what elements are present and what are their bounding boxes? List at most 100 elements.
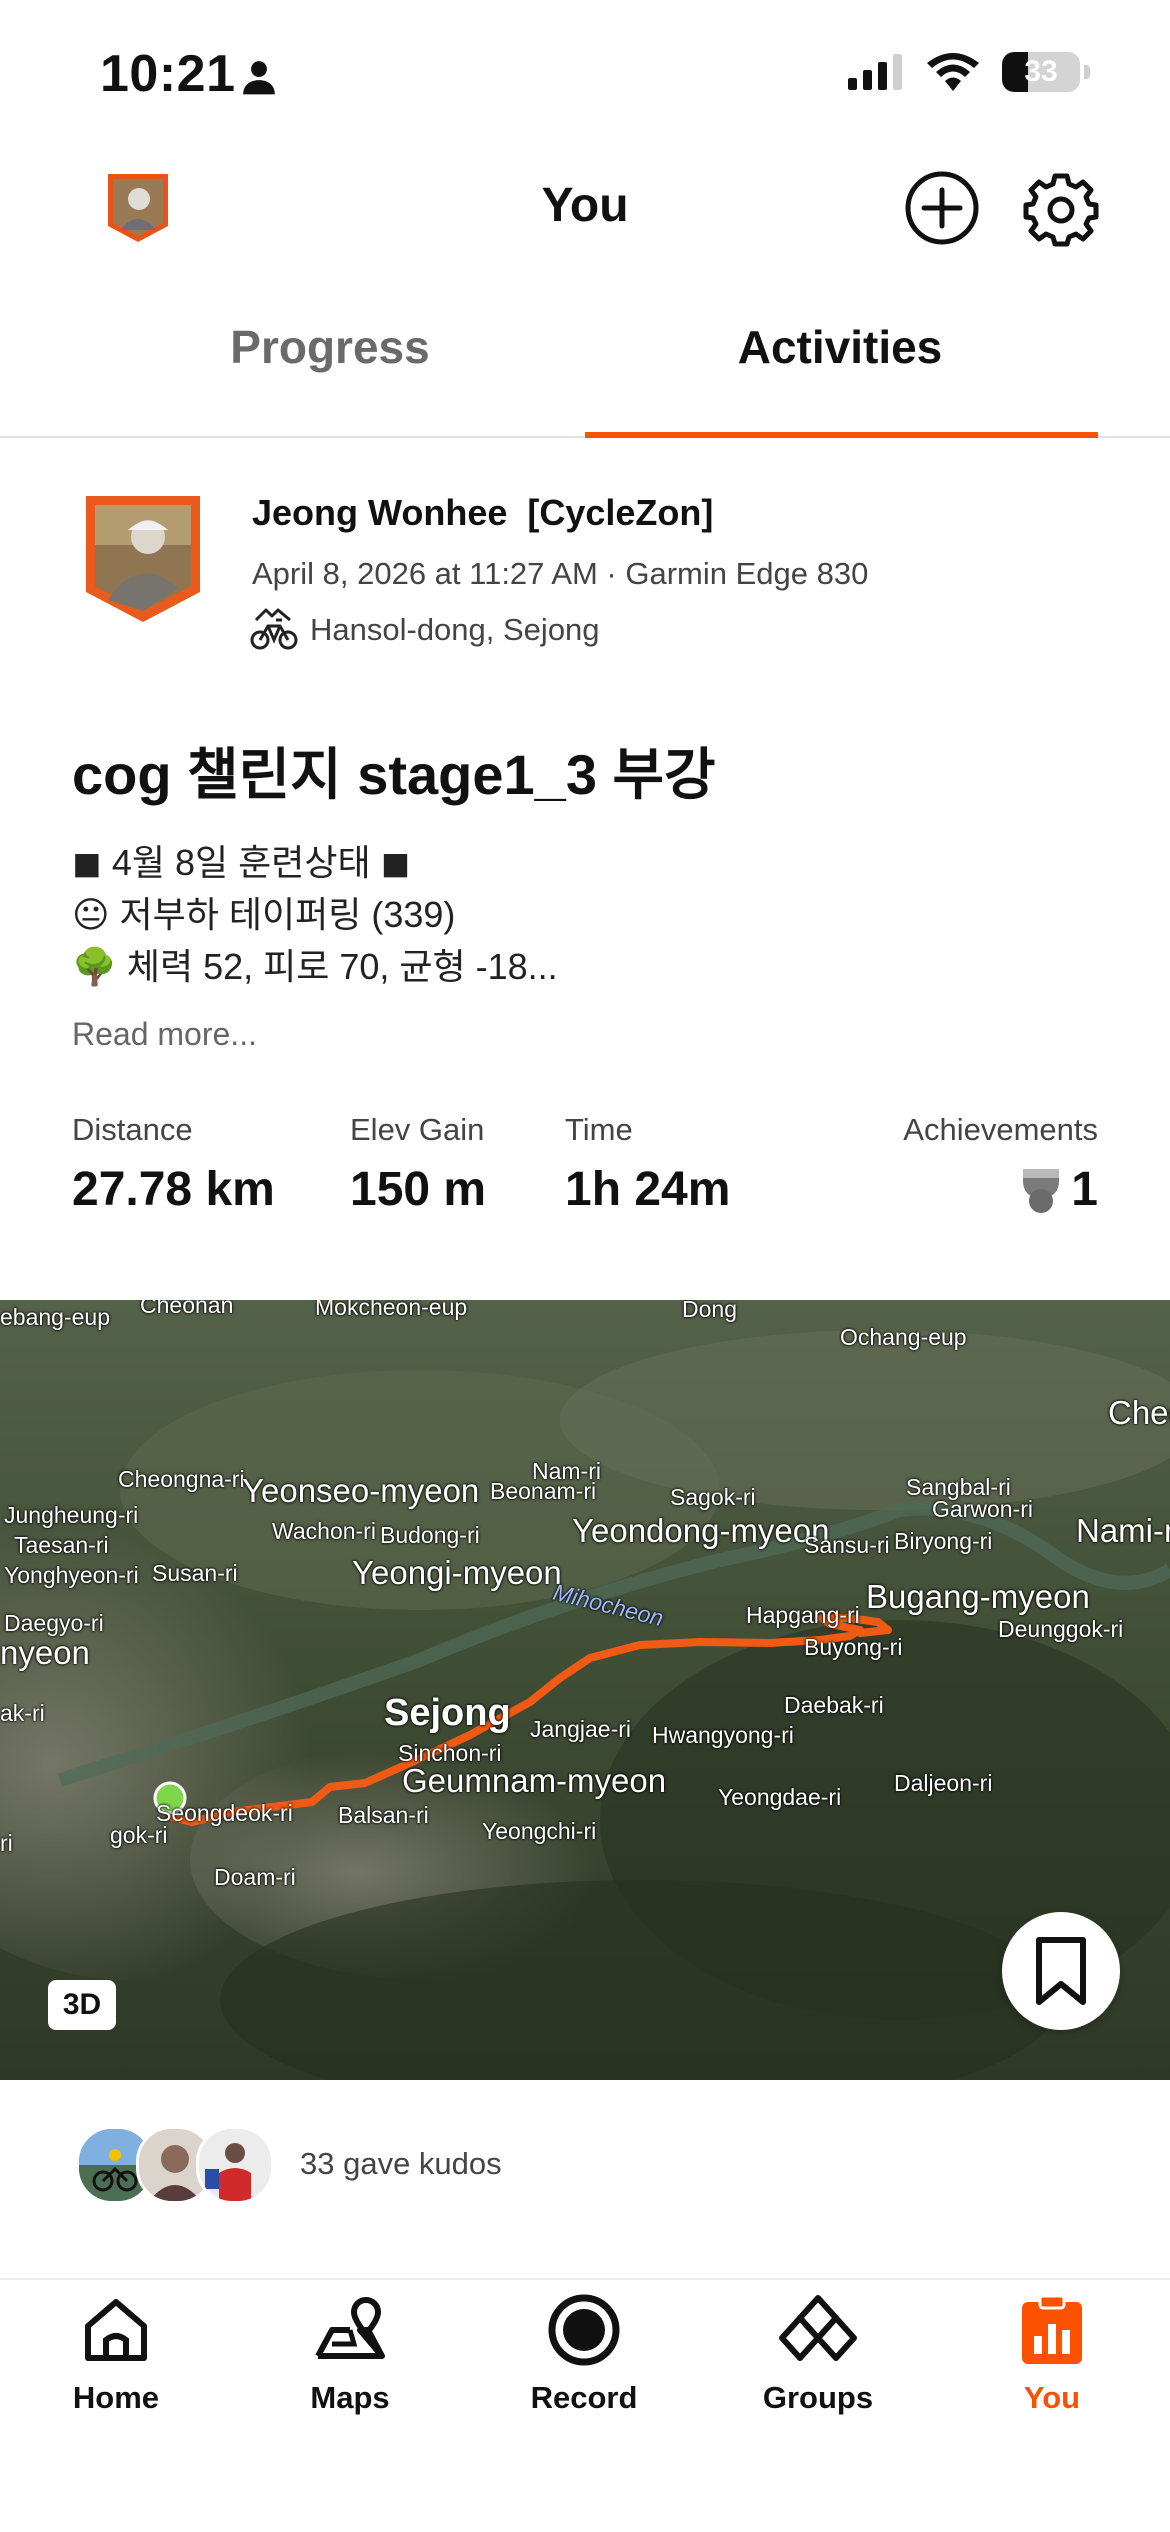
status-indicators: 33: [848, 52, 1090, 92]
map-label: Sagok-ri: [670, 1484, 756, 1510]
map-label: Yeongdae-ri: [718, 1784, 842, 1810]
stat-value-elev-gain: 150 m: [350, 1163, 487, 1216]
add-icon[interactable]: [904, 170, 980, 246]
description-line: 😐 저부하 테이퍼링 (339): [72, 894, 456, 935]
map-label: Yonghyeon-ri: [4, 1562, 139, 1588]
tab-activities[interactable]: Activities: [590, 320, 1090, 374]
map-label: Bugang-myeon: [866, 1578, 1090, 1615]
map-label: Geumnam-myeon: [402, 1762, 667, 1799]
bookmark-button[interactable]: [1002, 1912, 1120, 2030]
map-label: Ochang-eup: [840, 1324, 967, 1350]
map-label: Daegyo-ri: [4, 1610, 104, 1636]
nav-label: You: [1023, 2380, 1081, 2415]
stat-label-time: Time: [565, 1112, 633, 1147]
home-icon: [85, 2299, 147, 2361]
stat-value-achievements: 1: [1071, 1163, 1098, 1216]
ride-type-icon: [250, 608, 298, 650]
map-3d-badge[interactable]: 3D: [48, 1980, 116, 2030]
map-label: ak-ri: [0, 1700, 45, 1726]
map-label: Yeonseo-myeon: [242, 1472, 480, 1509]
page-title: You: [541, 179, 629, 232]
stat-achievements[interactable]: 1: [1019, 1162, 1098, 1217]
map-label: Budong-ri: [380, 1522, 480, 1548]
stat-label-achievements: Achievements: [903, 1112, 1098, 1147]
map-label: Hapgang-ri: [746, 1602, 860, 1628]
activity-title[interactable]: cog 챌린지 stage1_3 부강: [72, 730, 716, 811]
map-label: Daljeon-ri: [894, 1770, 993, 1796]
map-label: Dong: [682, 1300, 737, 1322]
tab-progress[interactable]: Progress: [80, 320, 580, 374]
read-more-link[interactable]: Read more...: [72, 1016, 257, 1053]
nav-you[interactable]: You: [962, 2290, 1142, 2416]
map-label: Buyong-ri: [804, 1634, 903, 1660]
gear-icon[interactable]: [1022, 170, 1100, 248]
map-label: Yeongchi-ri: [482, 1818, 597, 1844]
map-label: Sejong: [384, 1692, 511, 1734]
map-label: ebang-eup: [0, 1304, 110, 1330]
record-icon: [548, 2294, 620, 2366]
battery-tip: [1084, 65, 1090, 79]
activity-meta: April 8, 2026 at 11:27 AM · Garmin Edge …: [252, 556, 869, 591]
nav-label: Home: [72, 2380, 160, 2415]
you-icon: [1022, 2294, 1082, 2364]
map-label: Balsan-ri: [338, 1802, 429, 1828]
bookmark-icon: [1036, 1937, 1086, 2005]
map-label: Jangjae-ri: [530, 1716, 631, 1742]
description-line: ◼ 4월 8일 훈련상태 ◼: [72, 842, 411, 883]
stat-value-distance: 27.78 km: [72, 1163, 275, 1216]
map-label: Mokcheon-eup: [315, 1300, 468, 1320]
battery-percent: 33: [1024, 55, 1058, 88]
cellular-signal-icon: [848, 54, 902, 90]
map-label: Beonam-ri: [490, 1478, 597, 1504]
map-label: Cheonan: [140, 1300, 234, 1318]
map-label: nyeon: [0, 1634, 90, 1671]
maps-icon: [315, 2297, 385, 2359]
athlete-avatar[interactable]: [82, 492, 204, 626]
map-label: Hwangyong-ri: [652, 1722, 794, 1748]
nav-label: Maps: [310, 2380, 390, 2415]
map-label: Jungheung-ri: [4, 1502, 139, 1528]
groups-icon: [779, 2295, 857, 2361]
stat-value-time: 1h 24m: [565, 1163, 731, 1216]
kudos-avatar[interactable]: [196, 2126, 274, 2204]
map-label: Deunggok-ri: [998, 1616, 1124, 1642]
description-line: 🌳 체력 52, 피로 70, 균형 -18...: [72, 946, 558, 987]
nav-groups[interactable]: Groups: [728, 2290, 908, 2416]
map-label: Yeondong-myeon: [572, 1512, 830, 1549]
nav-label: Groups: [762, 2380, 874, 2415]
map-label: gok-ri: [110, 1822, 168, 1848]
nav-maps[interactable]: Maps: [260, 2290, 440, 2416]
map-label: Garwon-ri: [932, 1496, 1033, 1522]
athlete-name[interactable]: Jeong Wonhee [CycleZon]: [252, 492, 713, 534]
map-label: Biryong-ri: [894, 1528, 993, 1554]
map-label: ri: [0, 1830, 13, 1856]
tab-bar-divider: [0, 2278, 1170, 2280]
map-label: Taesan-ri: [14, 1532, 109, 1558]
map-label: Susan-ri: [152, 1560, 238, 1586]
map-label: Doam-ri: [214, 1864, 296, 1890]
battery-indicator: 33: [1002, 52, 1080, 92]
stat-label-elev-gain: Elev Gain: [350, 1112, 485, 1147]
active-tab-indicator: [585, 432, 1098, 438]
activity-location: Hansol-dong, Sejong: [310, 612, 600, 647]
stat-label-distance: Distance: [72, 1112, 193, 1147]
person-avatar: [199, 2129, 271, 2201]
nav-home[interactable]: Home: [26, 2290, 206, 2416]
map-label: Yeongi-myeon: [352, 1554, 562, 1591]
wifi-icon: [927, 53, 979, 91]
route-map[interactable]: Cheonan Mokcheon-eup Dong Ochang-eup Che…: [0, 1300, 1170, 2080]
nav-label: Record: [530, 2380, 638, 2415]
nav-record[interactable]: Record: [494, 2290, 674, 2416]
trophy-icon: [1023, 1168, 1060, 1213]
map-label: Chec: [1108, 1394, 1170, 1431]
route-line: [153, 1614, 892, 1826]
person-icon: [243, 61, 275, 95]
map-label: Seongdeok-ri: [156, 1800, 293, 1826]
map-label: Sansu-ri: [804, 1532, 890, 1558]
status-time: 10:21: [100, 45, 236, 103]
map-label: Wachon-ri: [272, 1518, 376, 1544]
kudos-count[interactable]: 33 gave kudos: [300, 2146, 502, 2182]
map-label: Nami-my: [1076, 1512, 1170, 1549]
map-label: Daebak-ri: [784, 1692, 884, 1718]
map-label: Cheongna-ri: [118, 1466, 245, 1492]
